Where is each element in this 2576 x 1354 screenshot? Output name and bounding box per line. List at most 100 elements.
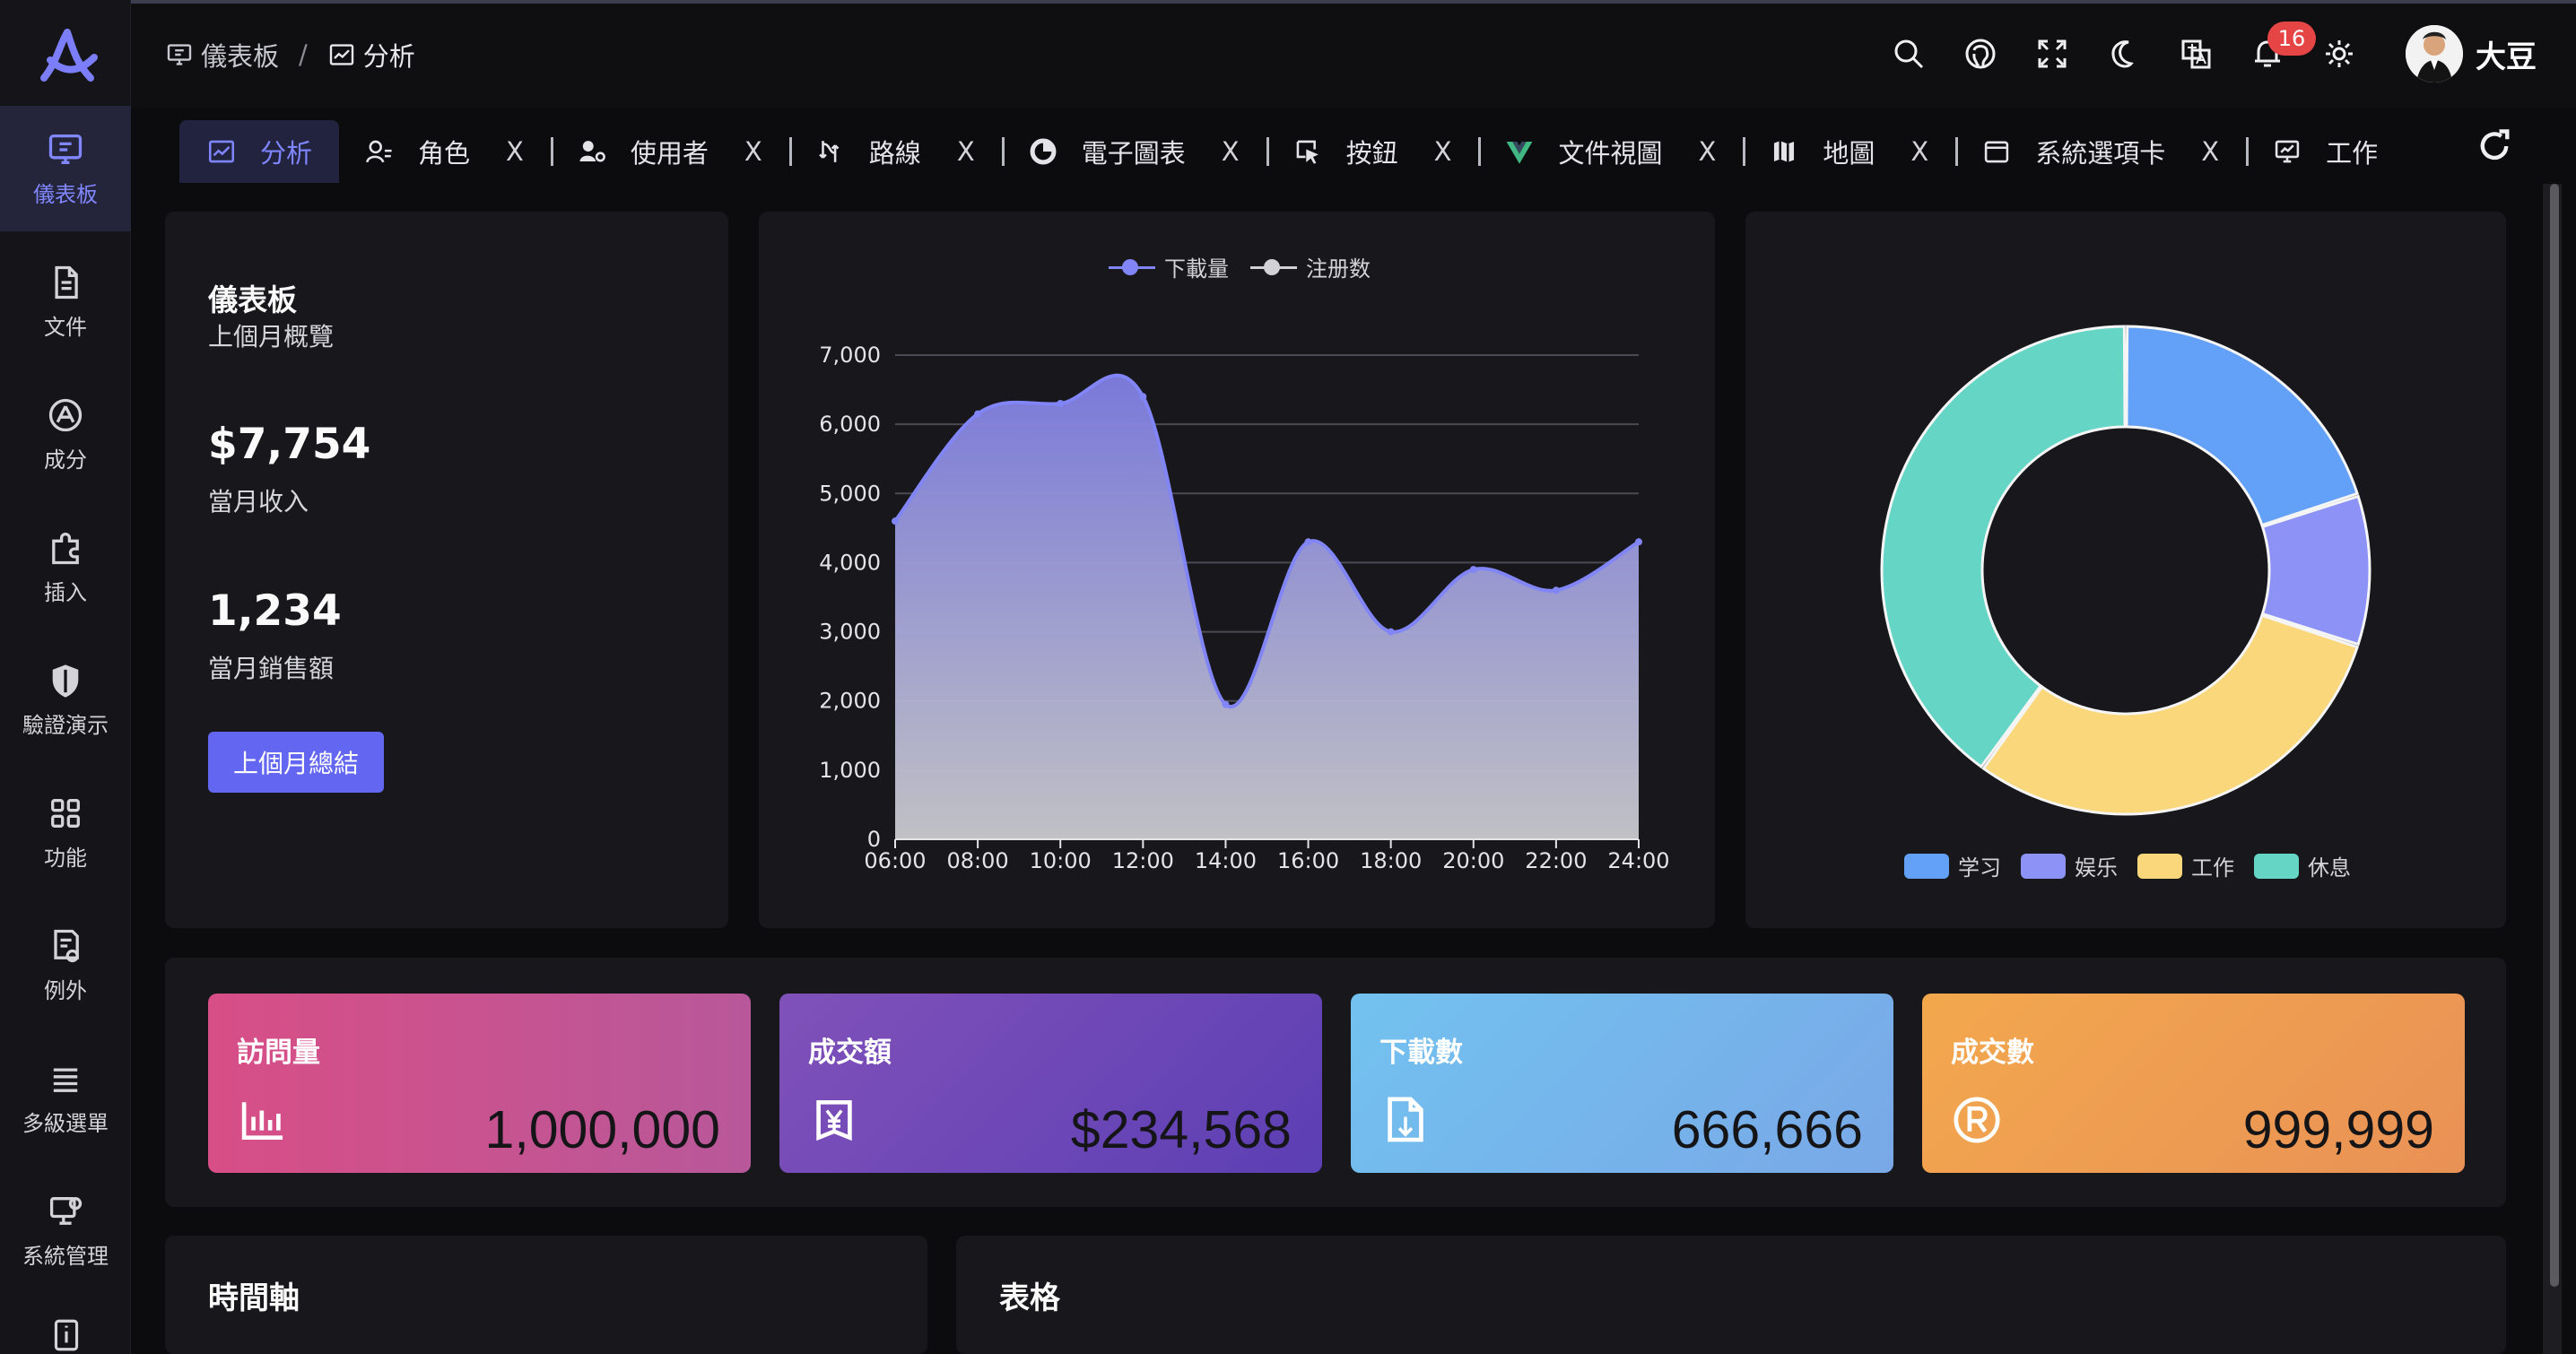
tab-echarts[interactable]: 電子圖表 X (1028, 120, 1292, 183)
tab-button[interactable]: 按鈕 X (1292, 120, 1505, 183)
sidebar-item-label: 功能 (44, 845, 87, 871)
downloads-card[interactable]: 下載數 666,666 (1351, 994, 1893, 1173)
tab-user[interactable]: 使用者 X (577, 120, 815, 183)
analysis-icon (208, 140, 235, 163)
language-button[interactable] (2160, 25, 2232, 82)
downloads-point[interactable] (1304, 538, 1312, 546)
downloads-point[interactable] (1552, 586, 1560, 595)
sidebar-item-multi-level-menu[interactable]: 多級選單 (0, 1035, 131, 1160)
close-tab-button[interactable]: X (957, 136, 975, 167)
fullscreen-button[interactable] (2016, 25, 2088, 82)
transaction-amount-value: $234,568 (1070, 1100, 1292, 1159)
visits-title: 訪問量 (237, 1037, 320, 1069)
settings-button[interactable] (2303, 25, 2375, 82)
sidebar-item-label: 系統管理 (22, 1243, 109, 1269)
tab-work[interactable]: 工作 (2272, 120, 2378, 183)
sidebar: 儀表板 文件 成分 插入 驗證演示 功能 例外 多級選單 系統管理 (0, 0, 131, 1354)
transaction-amount-card[interactable]: 成交額 $234,568 (779, 994, 1322, 1173)
legend-chip (2254, 853, 2299, 879)
table-title: 表格 (999, 1280, 1060, 1316)
tab-bar: 分析 角色 X 使用者 X 路線 X 電子圖表 X 按鈕 X 文件視圖 X 地圖… (179, 120, 2502, 183)
notifications-button[interactable]: 16 (2232, 22, 2316, 82)
sidebar-item-system-management[interactable]: 系統管理 (0, 1167, 131, 1293)
component-icon (48, 398, 83, 431)
scrollbar-thumb[interactable] (2550, 184, 2559, 1287)
last-month-summary-button[interactable]: 上個月總結 (208, 732, 384, 793)
donut-slice-3[interactable] (1981, 613, 2360, 816)
stat-cards: 訪問量 1,000,000 成交額 $234,568 下載數 666,666 成… (165, 958, 2506, 1207)
transaction-amount-title: 成交額 (808, 1037, 892, 1069)
donut-slice-1[interactable] (2125, 325, 2360, 527)
github-button[interactable] (1945, 25, 2016, 82)
visits-card[interactable]: 訪問量 1,000,000 (208, 994, 751, 1173)
tab-document-view[interactable]: 文件視圖 X (1504, 120, 1769, 183)
sidebar-item-dashboard[interactable]: 儀表板 (0, 106, 131, 231)
tab-analysis[interactable]: 分析 (179, 120, 340, 183)
sidebar-item-exception[interactable]: 例外 (0, 902, 131, 1028)
downloads-point[interactable] (892, 517, 899, 525)
x-tick-label: 20:00 (1442, 848, 1504, 873)
legend-rest[interactable]: 休息 (2254, 850, 2351, 881)
theme-toggle-button[interactable] (2088, 25, 2160, 82)
sidebar-item-component[interactable]: 成分 (0, 371, 131, 497)
close-tab-button[interactable]: X (506, 136, 524, 167)
user-menu[interactable]: 大豆 (2406, 25, 2537, 82)
close-tab-button[interactable]: X (2201, 136, 2219, 167)
legend-work[interactable]: 工作 (2137, 850, 2234, 881)
downloads-point[interactable] (974, 410, 982, 418)
tab-role[interactable]: 角色 X (364, 120, 577, 183)
info-doc-icon[interactable] (47, 1316, 86, 1354)
sidebar-item-auth-demo[interactable]: 驗證演示 (0, 637, 131, 762)
refresh-icon[interactable] (2475, 126, 2514, 166)
x-tick-label: 24:00 (1607, 848, 1669, 873)
system-icon (49, 1196, 83, 1225)
x-tick-label: 22:00 (1525, 848, 1587, 873)
bar-chart-icon (241, 1102, 283, 1141)
legend-entertainment[interactable]: 娱乐 (2021, 850, 2118, 881)
sidebar-item-label: 成分 (44, 447, 87, 473)
sidebar-item-label: 插入 (44, 579, 87, 605)
downloads-point[interactable] (1469, 566, 1477, 574)
close-tab-button[interactable]: X (1910, 136, 1928, 167)
sidebar-item-function[interactable]: 功能 (0, 769, 131, 895)
y-tick-label: 3,000 (819, 620, 881, 645)
monthly-sales-label: 當月銷售額 (208, 654, 335, 683)
gear-icon (2326, 40, 2353, 67)
close-tab-button[interactable]: X (1434, 136, 1452, 167)
downloads-point[interactable] (1139, 393, 1147, 401)
breadcrumb-dashboard[interactable]: 儀表板 (165, 36, 279, 74)
y-tick-label: 4,000 (819, 550, 881, 575)
transactions-card[interactable]: 成交數 999,999 (1922, 994, 2465, 1173)
translate-icon (2181, 39, 2211, 69)
puzzle-icon (52, 532, 79, 564)
sidebar-item-document[interactable]: 文件 (0, 239, 131, 364)
moon-icon (2111, 40, 2134, 68)
x-tick-label: 16:00 (1277, 848, 1339, 873)
tab-system-tabs[interactable]: 系統選項卡 X (1981, 120, 2272, 183)
dashboard-icon (167, 44, 192, 65)
downloads-point[interactable] (1057, 400, 1065, 407)
app-logo[interactable] (29, 20, 106, 97)
close-tab-button[interactable]: X (744, 136, 762, 167)
downloads-title: 下載數 (1379, 1037, 1463, 1069)
tab-divider (1955, 137, 1959, 166)
sidebar-item-label: 多級選單 (22, 1110, 109, 1136)
tab-route[interactable]: 路線 X (815, 120, 1028, 183)
downloads-point[interactable] (1222, 700, 1230, 708)
donut-chart (1880, 325, 2371, 816)
close-tab-button[interactable]: X (1698, 136, 1716, 167)
menu-icon (53, 1067, 78, 1092)
monthly-sales-value: 1,234 (208, 586, 342, 636)
downloads-point[interactable] (1387, 628, 1395, 636)
transactions-value: 999,999 (2242, 1100, 2434, 1159)
search-button[interactable] (1873, 25, 1945, 82)
tab-divider (2246, 137, 2250, 166)
legend-study[interactable]: 学习 (1904, 850, 2001, 881)
close-tab-button[interactable]: X (1222, 136, 1240, 167)
donut-slice-4[interactable] (1880, 325, 2127, 769)
search-icon (1894, 39, 1924, 69)
sidebar-item-insert[interactable]: 插入 (0, 504, 131, 629)
downloads-point[interactable] (1635, 538, 1642, 546)
cursor-click-icon (1296, 140, 1318, 164)
tab-map[interactable]: 地圖 X (1769, 120, 1981, 183)
